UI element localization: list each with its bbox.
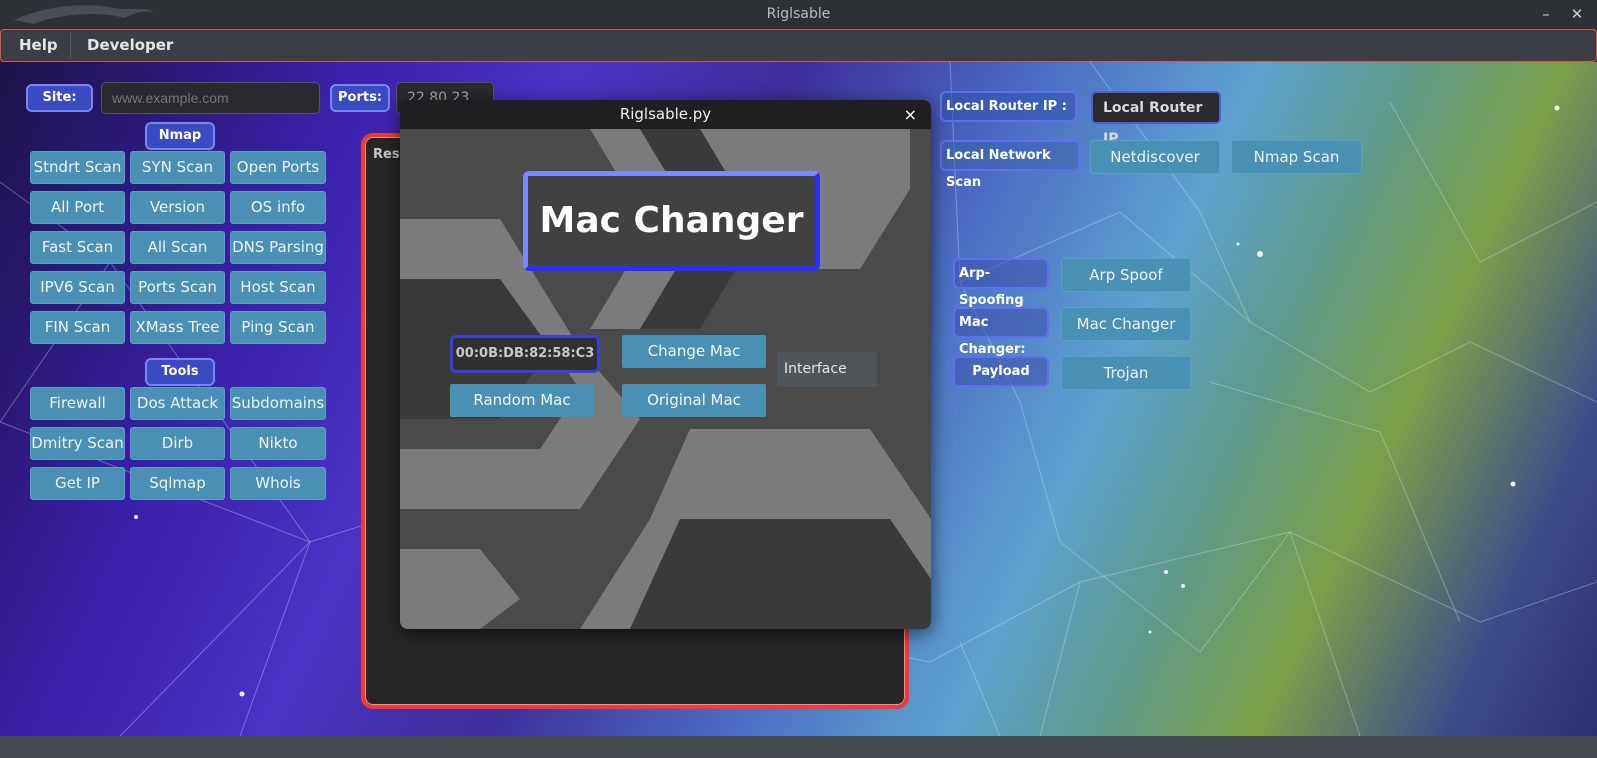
change-mac-button[interactable]: Change Mac (622, 335, 766, 368)
close-icon[interactable]: ✕ (1567, 4, 1587, 24)
ports-label: Ports: (330, 84, 390, 112)
nmap-button-os-info-scan[interactable]: OS info Scan (230, 191, 326, 247)
nmap-button-version-scan[interactable]: Version Scan (130, 191, 225, 247)
site-input[interactable] (101, 82, 320, 114)
local-network-scan-label: Local Network Scan (940, 140, 1080, 190)
menu-bar: Help Developer (0, 29, 1597, 62)
nmap-button-all-scan[interactable]: All Scan (130, 231, 225, 264)
netdiscover-button[interactable]: Netdiscover (1090, 140, 1220, 174)
trojan-button[interactable]: Trojan (1061, 356, 1191, 390)
payload-label: Payload (953, 356, 1049, 387)
dialog-close-icon[interactable]: × (904, 100, 917, 129)
mac-changer-button[interactable]: Mac Changer (1061, 307, 1191, 341)
tools-button-whois[interactable]: Whois (230, 467, 326, 500)
nmap-button-dns-parsing[interactable]: DNS Parsing (230, 231, 326, 264)
tools-button-dmitry-scan[interactable]: Dmitry Scan (30, 427, 125, 460)
nmap-button-fast-scan[interactable]: Fast Scan (30, 231, 125, 264)
tools-button-dos-attack[interactable]: Dos Attack (130, 387, 225, 420)
tools-button-get-ip[interactable]: Get IP (30, 467, 125, 500)
nmap-button-ports-scan[interactable]: Ports Scan (130, 271, 225, 304)
nmap-label: Nmap (145, 122, 215, 150)
nmap-button-ping-scan[interactable]: Ping Scan (230, 311, 326, 344)
local-router-ip-input[interactable]: Local Router IP (1091, 91, 1221, 147)
window-title: Riglsable (766, 6, 831, 22)
nmap-button-all-port-scan[interactable]: All Port Scan (30, 191, 125, 247)
tools-button-firewall-scan[interactable]: Firewall Scan (30, 387, 125, 443)
nmap-button-host-scan[interactable]: Host Scan (230, 271, 326, 304)
mac-changer-dialog: Riglsable.py × Mac Changer 00:0B:DB:82:5… (400, 100, 931, 629)
arp-spoof-button[interactable]: Arp Spoof (1061, 258, 1191, 292)
tools-button-sqlmap[interactable]: Sqlmap (130, 467, 225, 500)
nmap-button-ipv6-scan[interactable]: IPV6 Scan (30, 271, 125, 304)
tools-button-nikto[interactable]: Nikto (230, 427, 326, 460)
nmap-button-syn-scan[interactable]: SYN Scan (130, 151, 225, 184)
local-router-ip-label: Local Router IP : (940, 91, 1077, 122)
nmap-button-xmass-tree[interactable]: XMass Tree (130, 311, 225, 344)
nmap-button-open-ports[interactable]: Open Ports (230, 151, 326, 184)
site-label: Site: (26, 84, 93, 112)
interface-input[interactable]: Interface (777, 352, 877, 387)
title-bar: Riglsable – ✕ (0, 0, 1597, 29)
dialog-body: Mac Changer 00:0B:DB:82:58:C3 Change Mac… (400, 129, 931, 629)
tools-button-dirb[interactable]: Dirb (130, 427, 225, 460)
dialog-title: Riglsable.py (400, 100, 931, 129)
random-mac-button[interactable]: Random Mac (450, 384, 594, 417)
mac-address-input[interactable]: 00:0B:DB:82:58:C3 (450, 335, 600, 373)
menu-help[interactable]: Help (3, 30, 74, 61)
tools-button-subdomains[interactable]: Subdomains (230, 387, 326, 420)
nmap-scan-button[interactable]: Nmap Scan (1231, 140, 1362, 174)
minimize-icon[interactable]: – (1536, 4, 1556, 24)
nmap-button-stndrt-scan[interactable]: Stndrt Scan (30, 151, 125, 184)
arp-spoofing-label: Arp-Spoofing (953, 258, 1049, 308)
mac-changer-label: Mac Changer: (953, 307, 1049, 357)
tools-label: Tools (145, 358, 215, 386)
mac-changer-heading: Mac Changer (523, 171, 820, 271)
original-mac-button[interactable]: Original Mac (622, 384, 766, 417)
status-bar (0, 736, 1597, 758)
menu-developer[interactable]: Developer (71, 30, 189, 61)
nmap-button-fin-scan[interactable]: FIN Scan (30, 311, 125, 344)
